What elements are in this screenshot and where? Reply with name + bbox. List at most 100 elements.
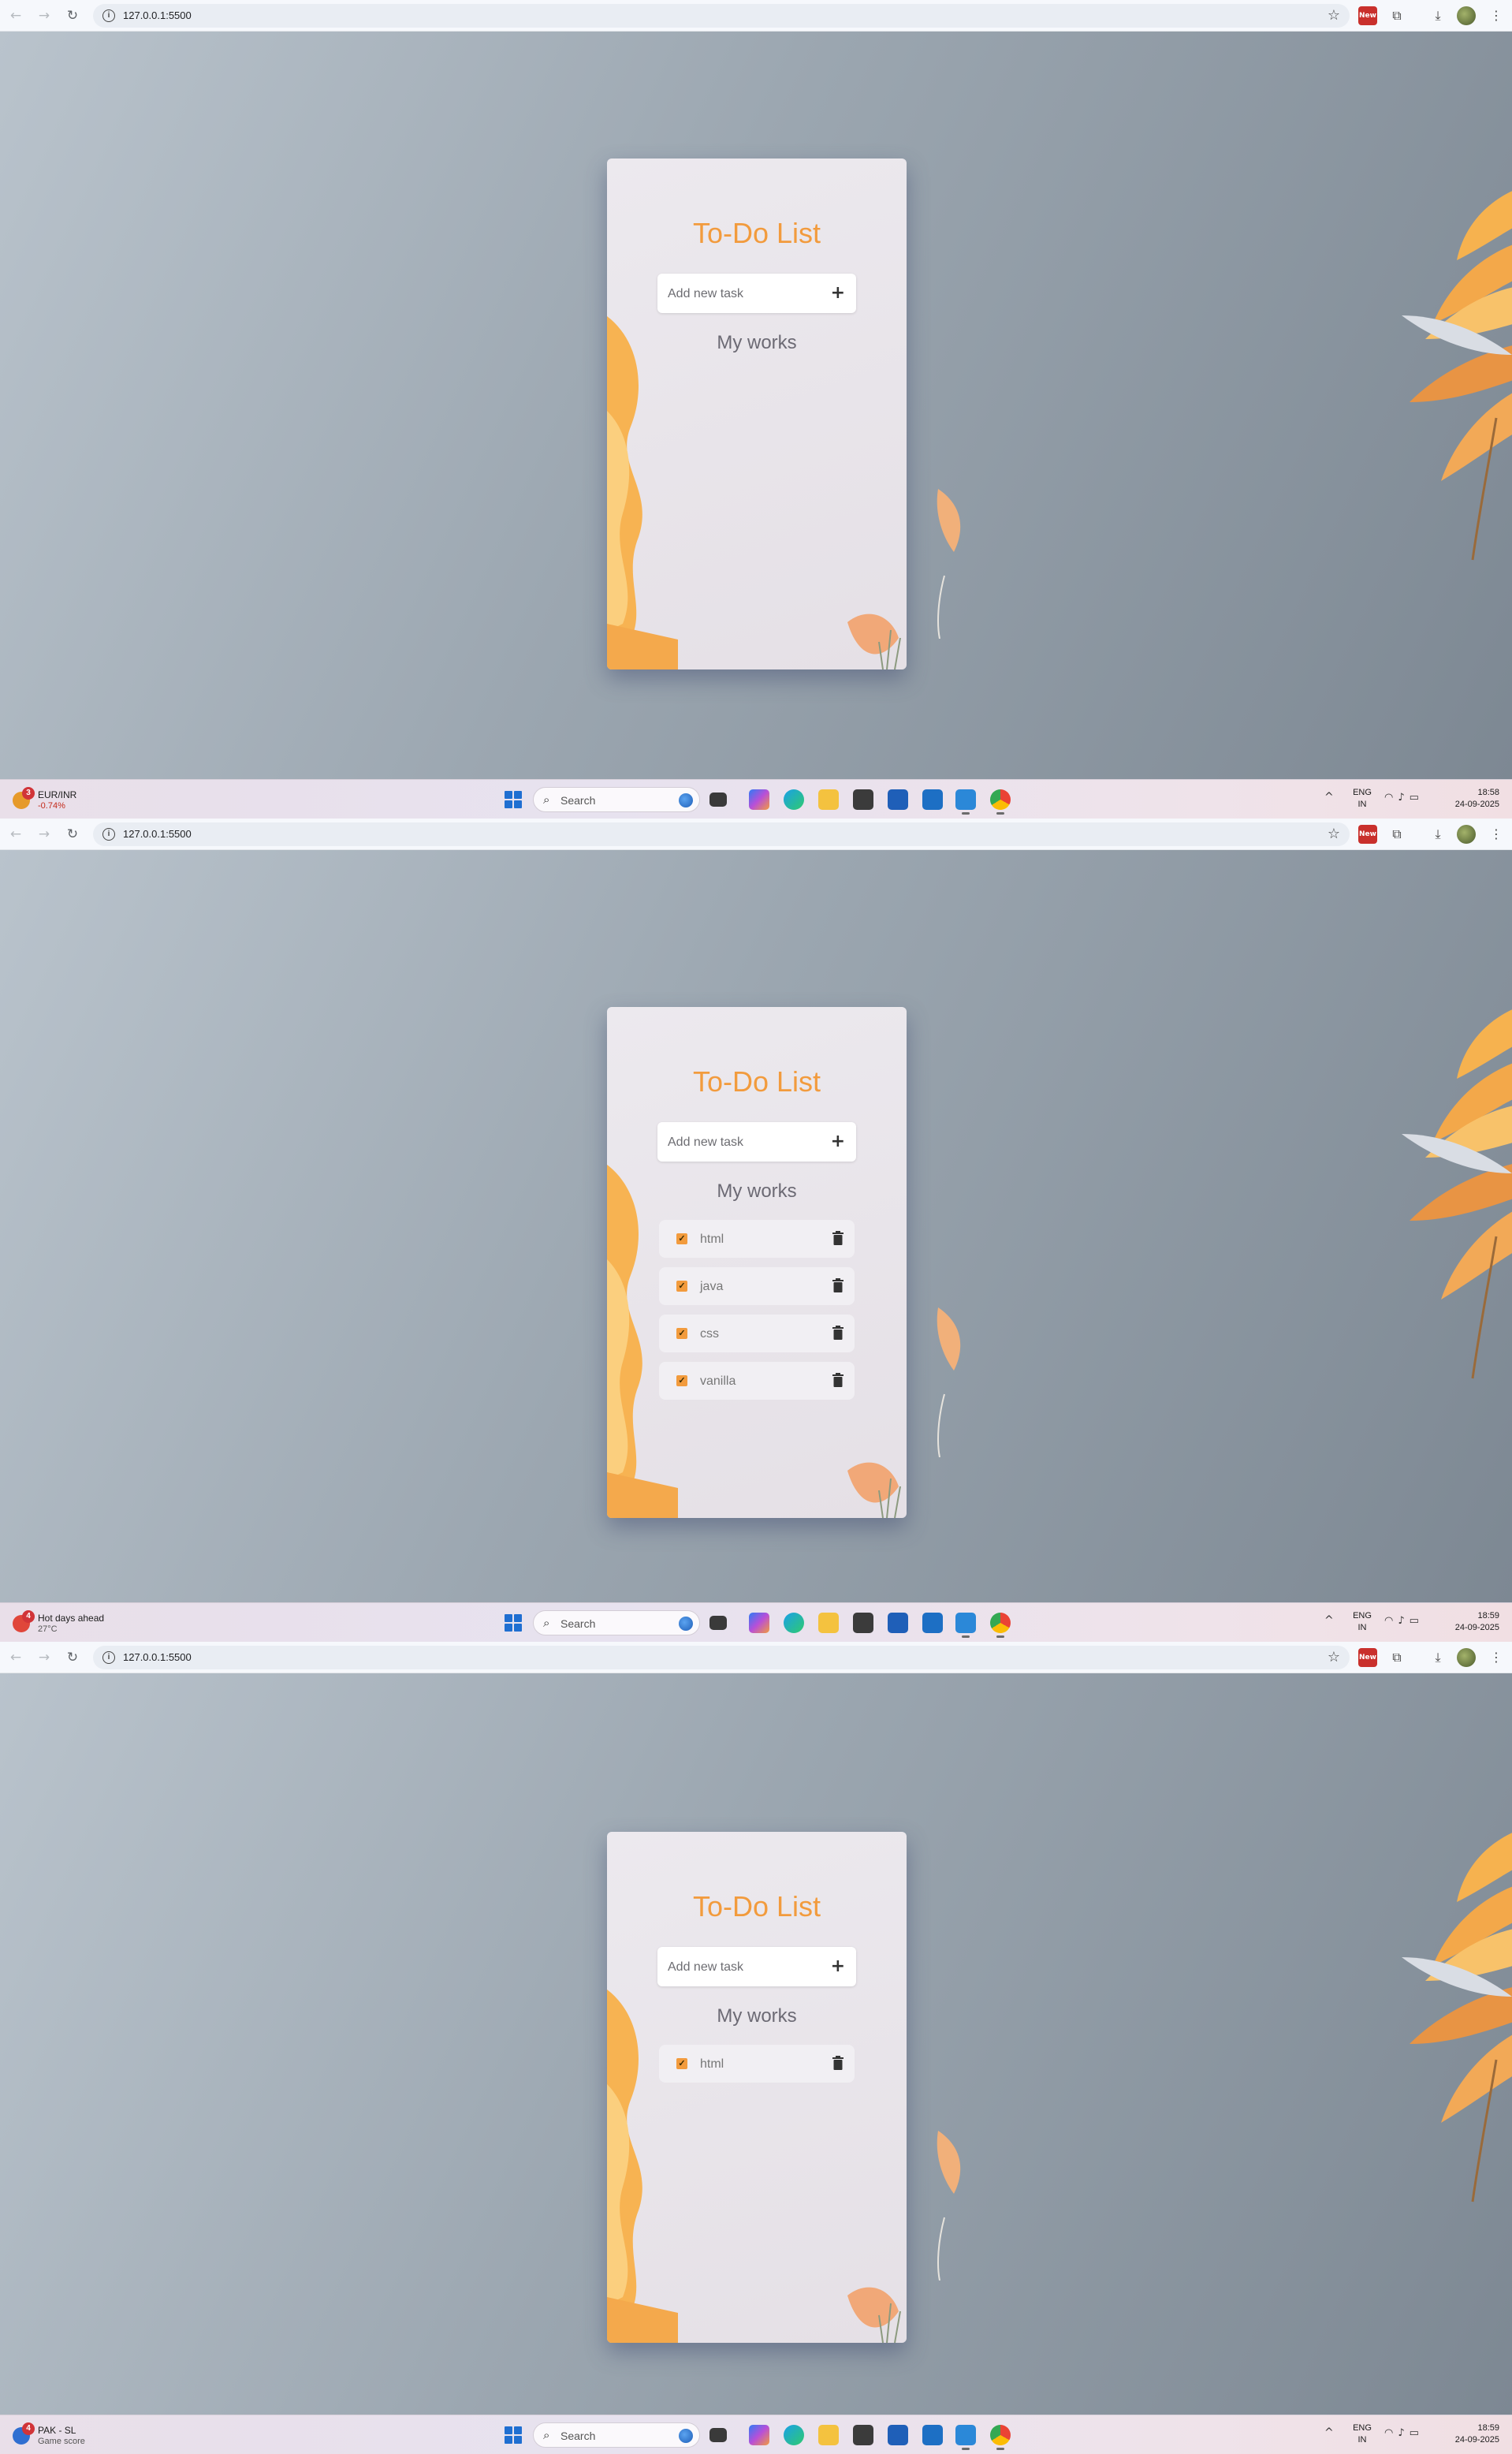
pdf-extension-icon[interactable]: New	[1358, 825, 1377, 844]
file-explorer-icon[interactable]	[818, 1613, 839, 1633]
task-checkbox[interactable]: ✓	[676, 2058, 687, 2069]
taskbar-search[interactable]: ⌕ Search	[533, 1610, 700, 1635]
chrome-icon[interactable]	[990, 2425, 1011, 2450]
back-arrow-icon[interactable]: ←	[6, 1648, 25, 1667]
edge-icon[interactable]	[784, 789, 804, 810]
windows-start-icon[interactable]	[505, 1614, 522, 1632]
pdf-extension-icon[interactable]: New	[1358, 6, 1377, 25]
windows-start-icon[interactable]	[505, 2426, 522, 2444]
address-bar[interactable]: i 127.0.0.1:5500 ☆	[93, 1646, 1350, 1669]
plus-icon[interactable]: +	[831, 1132, 845, 1151]
vscode-icon[interactable]	[955, 1613, 976, 1638]
store-icon[interactable]	[922, 2425, 943, 2445]
extensions-puzzle-icon[interactable]: ⧉	[1387, 825, 1406, 844]
pdf-extension-icon[interactable]: New	[1358, 1648, 1377, 1667]
profile-avatar[interactable]	[1457, 825, 1476, 844]
task-view-icon[interactable]	[709, 793, 727, 807]
clock[interactable]: 18:58 24-09-2025	[1455, 787, 1499, 811]
bookmark-star-icon[interactable]: ☆	[1328, 826, 1340, 842]
extensions-puzzle-icon[interactable]: ⧉	[1387, 6, 1406, 25]
trash-icon[interactable]	[832, 1373, 844, 1387]
chrome-icon[interactable]	[990, 789, 1011, 815]
language-indicator[interactable]: ENG IN	[1350, 787, 1375, 811]
kebab-menu-icon[interactable]: ⋮	[1487, 825, 1506, 844]
new-task-input[interactable]: Add new task +	[657, 274, 856, 313]
trash-icon[interactable]	[832, 1278, 844, 1292]
extensions-puzzle-icon[interactable]: ⧉	[1387, 1648, 1406, 1667]
store-icon[interactable]	[922, 1613, 943, 1633]
language-indicator[interactable]: ENG IN	[1350, 1610, 1375, 1634]
widgets-button[interactable]: 4 Hot days ahead 27°C	[9, 1610, 151, 1635]
widget-badge: 3	[22, 787, 35, 800]
profile-avatar[interactable]	[1457, 1648, 1476, 1667]
new-task-input[interactable]: Add new task +	[657, 1122, 856, 1162]
task-checkbox[interactable]: ✓	[676, 1233, 687, 1244]
trash-icon[interactable]	[832, 1326, 844, 1340]
edge-icon[interactable]	[784, 2425, 804, 2445]
vscode-icon[interactable]	[955, 789, 976, 815]
chevron-up-icon[interactable]: ^	[1324, 791, 1334, 804]
clock[interactable]: 18:59 24-09-2025	[1455, 2422, 1499, 2446]
app-icon[interactable]	[853, 2425, 873, 2445]
chevron-up-icon[interactable]: ^	[1324, 1614, 1334, 1627]
site-info-icon[interactable]: i	[102, 828, 115, 841]
widgets-button[interactable]: 4 PAK - SL Game score	[9, 2422, 151, 2448]
file-explorer-icon[interactable]	[818, 789, 839, 810]
windows-start-icon[interactable]	[505, 791, 522, 808]
task-list: ✓ html ✓ java ✓ css ✓ vanilla	[659, 1220, 855, 1409]
app-icon[interactable]	[888, 2425, 908, 2445]
address-bar[interactable]: i 127.0.0.1:5500 ☆	[93, 822, 1350, 846]
edge-icon[interactable]	[784, 1613, 804, 1633]
plus-icon[interactable]: +	[831, 283, 845, 303]
back-arrow-icon[interactable]: ←	[6, 6, 25, 25]
app-icon[interactable]	[853, 789, 873, 810]
tray-icons[interactable]: ◠♪▭	[1384, 2427, 1424, 2439]
tray-icons[interactable]: ◠♪▭	[1384, 792, 1424, 804]
copilot-icon[interactable]	[749, 2425, 769, 2445]
clock[interactable]: 18:59 24-09-2025	[1455, 1610, 1499, 1634]
reload-icon[interactable]: ↻	[63, 825, 82, 844]
bookmark-star-icon[interactable]: ☆	[1328, 7, 1340, 24]
site-info-icon[interactable]: i	[102, 9, 115, 22]
forward-arrow-icon[interactable]: →	[35, 1648, 54, 1667]
file-explorer-icon[interactable]	[818, 2425, 839, 2445]
chrome-icon[interactable]	[990, 1613, 1011, 1638]
forward-arrow-icon[interactable]: →	[35, 825, 54, 844]
chevron-up-icon[interactable]: ^	[1324, 2426, 1334, 2439]
kebab-menu-icon[interactable]: ⋮	[1487, 6, 1506, 25]
task-view-icon[interactable]	[709, 2428, 727, 2442]
reload-icon[interactable]: ↻	[63, 1648, 82, 1667]
widgets-button[interactable]: 3 EUR/INR -0.74%	[9, 787, 151, 812]
store-icon[interactable]	[922, 789, 943, 810]
copilot-icon[interactable]	[749, 789, 769, 810]
reload-icon[interactable]: ↻	[63, 6, 82, 25]
tray-icons[interactable]: ◠♪▭	[1384, 1615, 1424, 1627]
taskbar-search[interactable]: ⌕ Search	[533, 2422, 700, 2448]
task-checkbox[interactable]: ✓	[676, 1281, 687, 1292]
site-info-icon[interactable]: i	[102, 1651, 115, 1664]
kebab-menu-icon[interactable]: ⋮	[1487, 1648, 1506, 1667]
forward-arrow-icon[interactable]: →	[35, 6, 54, 25]
copilot-icon[interactable]	[749, 1613, 769, 1633]
vscode-icon[interactable]	[955, 2425, 976, 2450]
trash-icon[interactable]	[832, 1231, 844, 1245]
task-view-icon[interactable]	[709, 1616, 727, 1630]
app-icon[interactable]	[888, 1613, 908, 1633]
download-icon[interactable]: ⤓	[1428, 6, 1447, 25]
address-bar[interactable]: i 127.0.0.1:5500 ☆	[93, 4, 1350, 28]
back-arrow-icon[interactable]: ←	[6, 825, 25, 844]
language-indicator[interactable]: ENG IN	[1350, 2422, 1375, 2446]
task-checkbox[interactable]: ✓	[676, 1375, 687, 1386]
task-checkbox[interactable]: ✓	[676, 1328, 687, 1339]
plus-icon[interactable]: +	[831, 1956, 845, 1976]
taskbar-search[interactable]: ⌕ Search	[533, 787, 700, 812]
url-text: 127.0.0.1:5500	[123, 1651, 192, 1663]
download-icon[interactable]: ⤓	[1428, 825, 1447, 844]
trash-icon[interactable]	[832, 2056, 844, 2070]
profile-avatar[interactable]	[1457, 6, 1476, 25]
bookmark-star-icon[interactable]: ☆	[1328, 1649, 1340, 1665]
new-task-input[interactable]: Add new task +	[657, 1947, 856, 1986]
app-icon[interactable]	[853, 1613, 873, 1633]
app-icon[interactable]	[888, 789, 908, 810]
download-icon[interactable]: ⤓	[1428, 1648, 1447, 1667]
